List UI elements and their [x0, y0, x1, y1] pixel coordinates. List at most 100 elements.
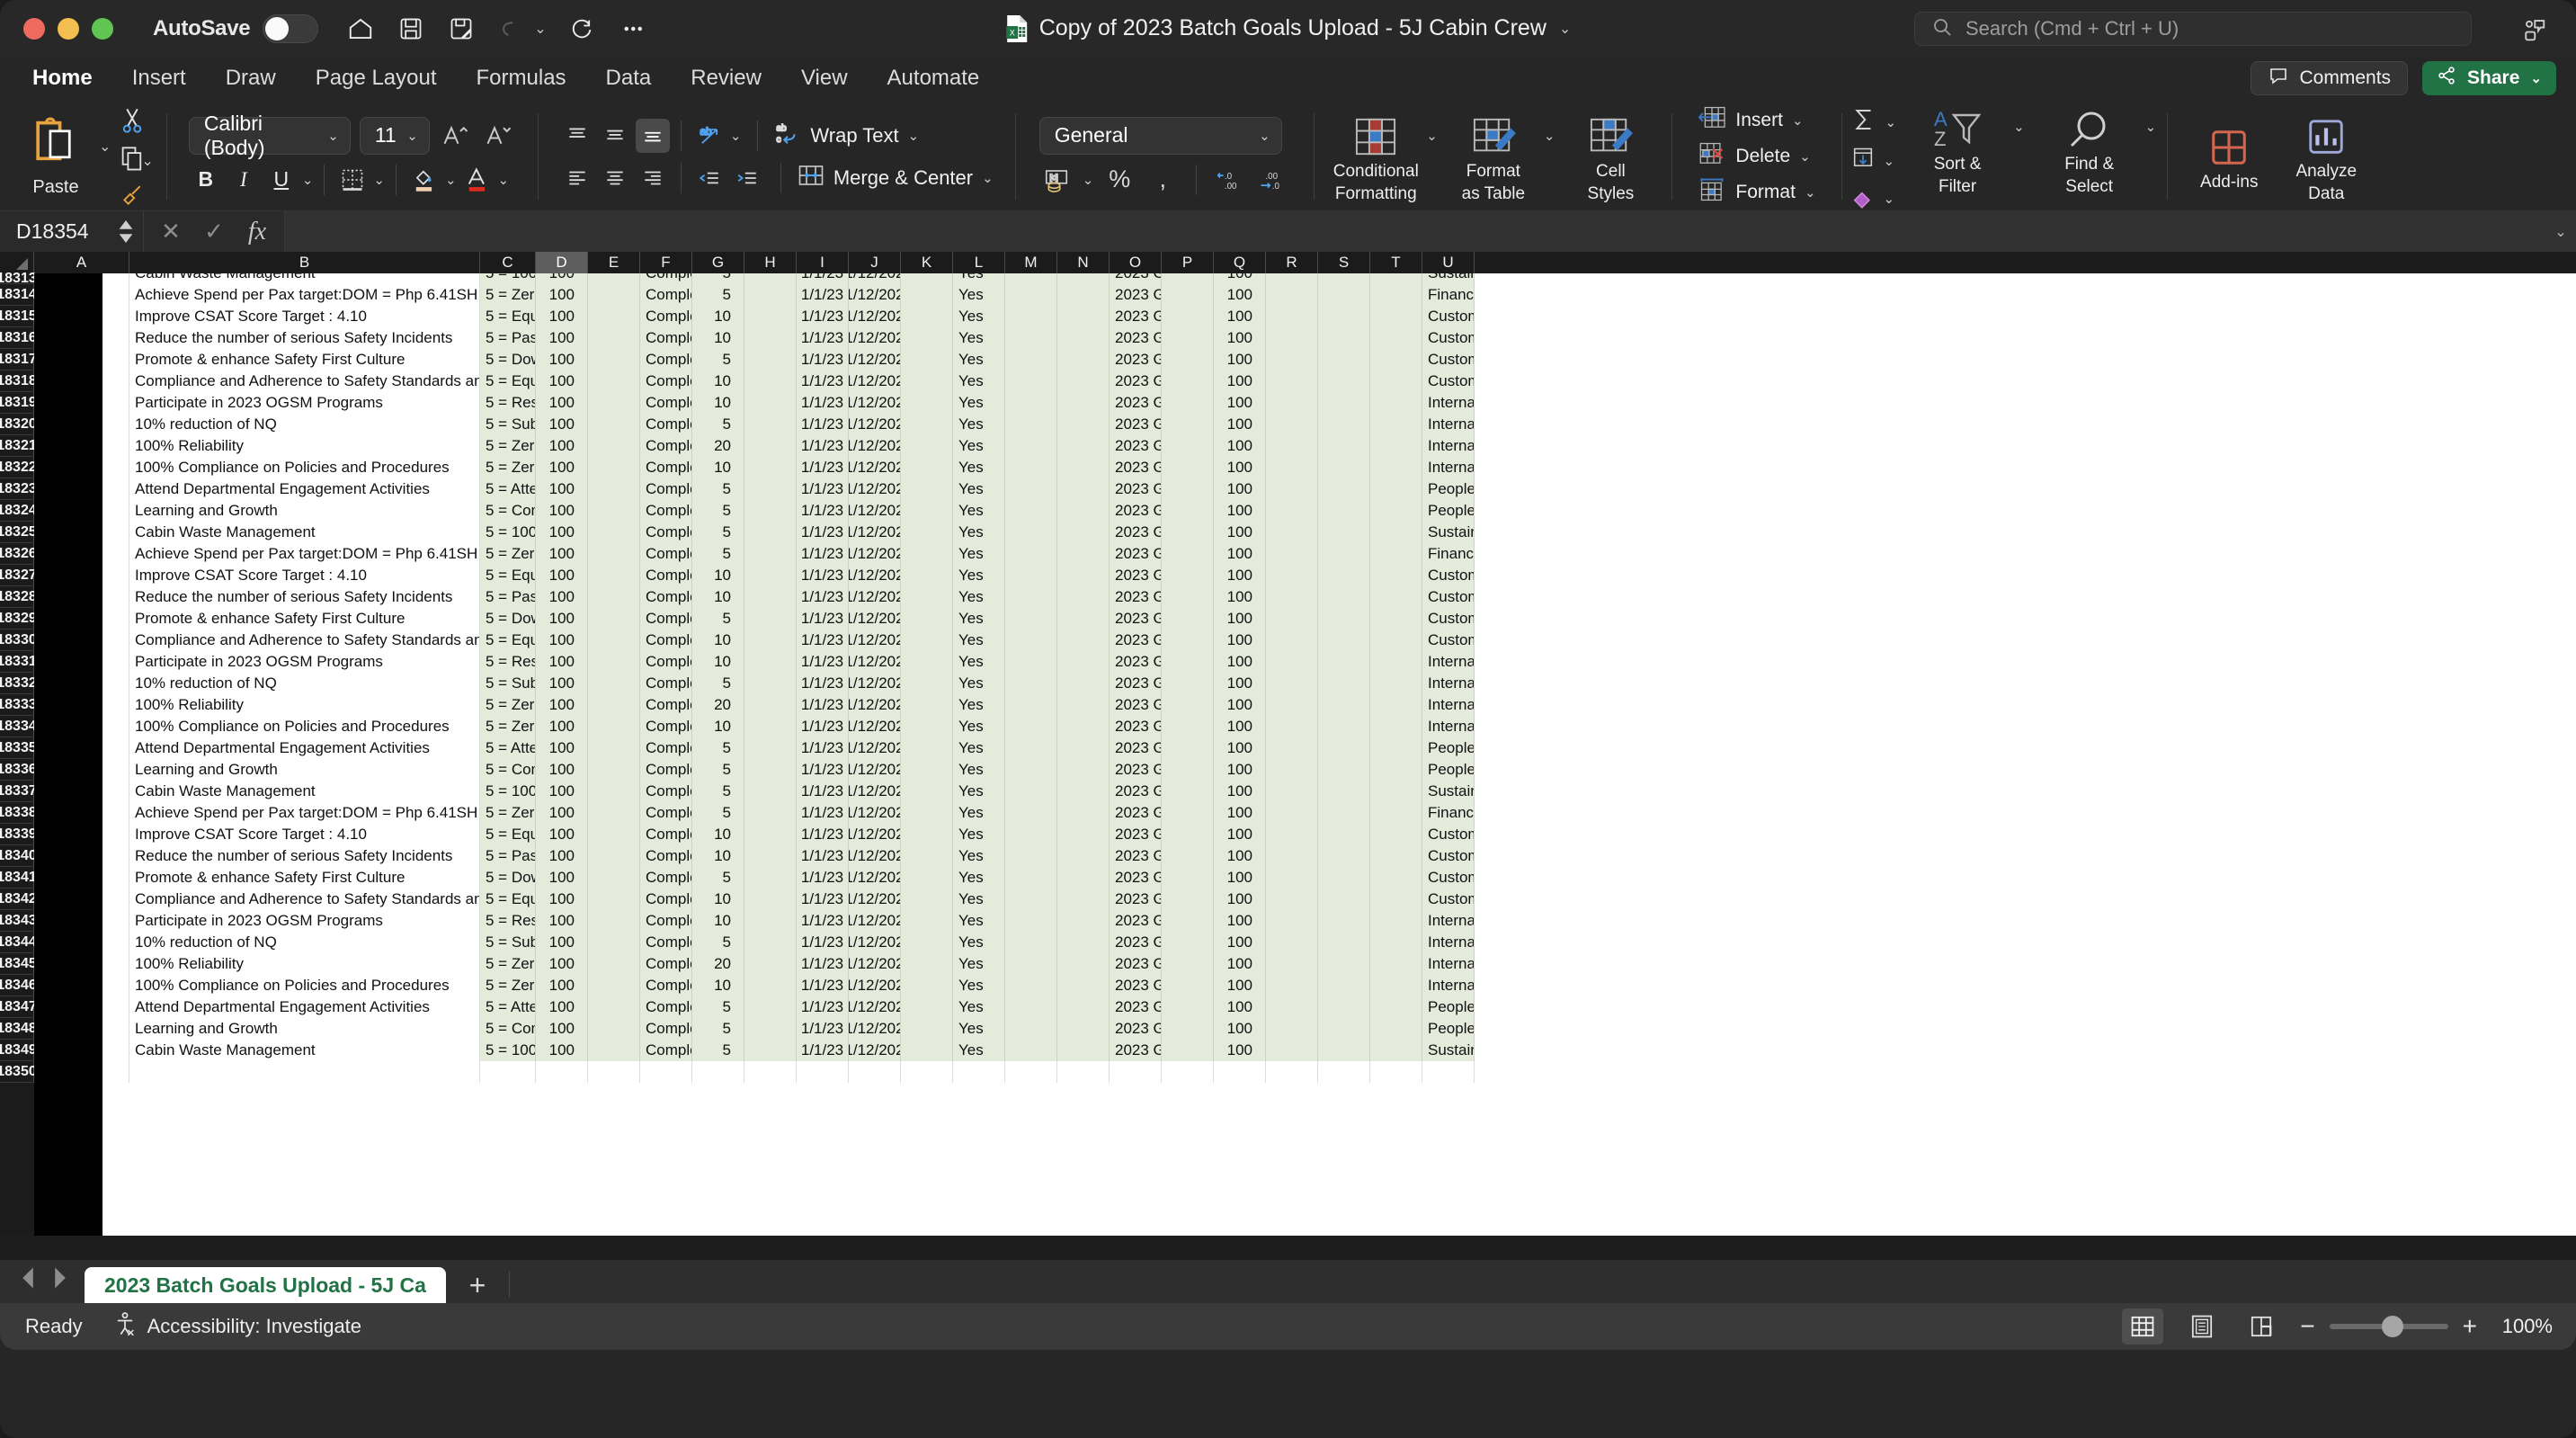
cell-S18329[interactable]	[1318, 608, 1370, 630]
cell-U18325[interactable]: Sustainal	[1422, 522, 1475, 543]
cell-P18324[interactable]	[1162, 500, 1214, 522]
cell-L18346[interactable]: Yes	[953, 975, 1005, 996]
orientation-dropdown-caret[interactable]: ⌄	[730, 128, 742, 144]
fill-dropdown-caret[interactable]: ⌄	[1884, 153, 1895, 169]
row-header-18323[interactable]: 18323	[0, 478, 34, 500]
cell-T18337[interactable]	[1370, 781, 1422, 802]
cell-Q18323[interactable]: 100	[1214, 478, 1266, 500]
table-row[interactable]: Cabin Waste Management5 = 100% se100Comp…	[34, 273, 2576, 284]
cell-O18319[interactable]: 2023 Goal Plan CEB	[1110, 392, 1162, 414]
cell-U18338[interactable]: Financial	[1422, 802, 1475, 824]
cell-L18318[interactable]: Yes	[953, 371, 1005, 392]
cell-R18322[interactable]	[1266, 457, 1318, 478]
cell-B18334[interactable]: 100% Compliance on Policies and Procedur…	[129, 716, 480, 737]
cell-O18332[interactable]: 2023 Goal Plan CEB	[1110, 673, 1162, 694]
cell-H18316[interactable]	[744, 327, 797, 349]
cell-H18332[interactable]	[744, 673, 797, 694]
cell-J18338[interactable]: 31/12/2023	[849, 802, 901, 824]
comma-style-button[interactable]: ,	[1145, 163, 1180, 197]
cell-M18344[interactable]	[1005, 932, 1057, 953]
row-header-18330[interactable]: 18330	[0, 630, 34, 651]
cell-O18350[interactable]	[1110, 1061, 1162, 1083]
cell-H18341[interactable]	[744, 867, 797, 889]
cell-M18321[interactable]	[1005, 435, 1057, 457]
cell-K18341[interactable]	[901, 867, 953, 889]
row-header-18348[interactable]: 18348	[0, 1018, 34, 1040]
cell-G18348[interactable]: 5	[692, 1018, 744, 1040]
cell-C18334[interactable]: 5 = Zero issu	[480, 716, 536, 737]
cell-D18330[interactable]: 100	[536, 630, 588, 651]
cell-I18346[interactable]: 1/1/23	[797, 975, 849, 996]
previous-sheet-icon[interactable]	[18, 1266, 38, 1294]
cell-H18346[interactable]	[744, 975, 797, 996]
cell-G18318[interactable]: 10	[692, 371, 744, 392]
cell-H18338[interactable]	[744, 802, 797, 824]
column-header-Q[interactable]: Q	[1214, 252, 1266, 273]
cell-R18348[interactable]	[1266, 1018, 1318, 1040]
decrease-decimal-icon[interactable]: .00.0	[1256, 163, 1290, 197]
cell-T18346[interactable]	[1370, 975, 1422, 996]
cell-N18329[interactable]	[1057, 608, 1110, 630]
cell-M18340[interactable]	[1005, 845, 1057, 867]
cell-E18349[interactable]	[588, 1040, 640, 1061]
table-row[interactable]: 849Reduce the number of serious Safety I…	[34, 586, 2576, 608]
cell-R18336[interactable]	[1266, 759, 1318, 781]
column-header-F[interactable]: F	[640, 252, 692, 273]
cell-T18332[interactable]	[1370, 673, 1422, 694]
cell-H18347[interactable]	[744, 996, 797, 1018]
cell-J18326[interactable]: 31/12/2023	[849, 543, 901, 565]
cell-N18320[interactable]	[1057, 414, 1110, 435]
cell-G18342[interactable]: 10	[692, 889, 744, 910]
cell-R18320[interactable]	[1266, 414, 1318, 435]
fill-color-icon[interactable]	[407, 163, 441, 197]
cell-H18343[interactable]	[744, 910, 797, 932]
cell-M18341[interactable]	[1005, 867, 1057, 889]
cell-B18321[interactable]: 100% Reliability	[129, 435, 480, 457]
cell-K18315[interactable]	[901, 306, 953, 327]
cell-H18340[interactable]	[744, 845, 797, 867]
cell-K18314[interactable]	[901, 284, 953, 306]
cell-L18349[interactable]: Yes	[953, 1040, 1005, 1061]
cell-U18326[interactable]: Financial	[1422, 543, 1475, 565]
cell-E18346[interactable]	[588, 975, 640, 996]
cell-T18350[interactable]	[1370, 1061, 1422, 1083]
document-title-area[interactable]: X Copy of 2023 Batch Goals Upload - 5J C…	[1005, 14, 1572, 43]
cell-G18328[interactable]: 10	[692, 586, 744, 608]
cell-J18320[interactable]: 31/12/2023	[849, 414, 901, 435]
cell-S18319[interactable]	[1318, 392, 1370, 414]
format-as-table-dropdown-caret[interactable]: ⌄	[1544, 128, 1555, 144]
cell-Q18345[interactable]: 100	[1214, 953, 1266, 975]
tab-draw[interactable]: Draw	[206, 62, 296, 94]
table-row[interactable]: 849Compliance and Adherence to Safety St…	[34, 630, 2576, 651]
cell-N18321[interactable]	[1057, 435, 1110, 457]
accounting-dropdown-caret[interactable]: ⌄	[1083, 172, 1094, 188]
cell-N18348[interactable]	[1057, 1018, 1110, 1040]
conditional-formatting-button[interactable]: Conditional Formatting	[1327, 110, 1424, 204]
row-header-18349[interactable]: 18349	[0, 1040, 34, 1061]
cell-L18321[interactable]: Yes	[953, 435, 1005, 457]
cell-C18347[interactable]: 5 = Attende	[480, 996, 536, 1018]
cell-T18329[interactable]	[1370, 608, 1422, 630]
cell-O18336[interactable]: 2023 Goal Plan CEB	[1110, 759, 1162, 781]
cell-K18326[interactable]	[901, 543, 953, 565]
cell-O18339[interactable]: 2023 Goal Plan CEB	[1110, 824, 1162, 845]
cell-P18341[interactable]	[1162, 867, 1214, 889]
cell-R18347[interactable]	[1266, 996, 1318, 1018]
cell-L18341[interactable]: Yes	[953, 867, 1005, 889]
add-sheet-button[interactable]: +	[446, 1267, 509, 1303]
cell-U18323[interactable]: People C	[1422, 478, 1475, 500]
cell-P18315[interactable]	[1162, 306, 1214, 327]
cell-M18317[interactable]	[1005, 349, 1057, 371]
cell-R18341[interactable]	[1266, 867, 1318, 889]
minimize-window-button[interactable]	[58, 18, 79, 40]
cell-P18327[interactable]	[1162, 565, 1214, 586]
cell-J18337[interactable]: 31/12/2023	[849, 781, 901, 802]
cell-R18335[interactable]	[1266, 737, 1318, 759]
cell-Q18329[interactable]: 100	[1214, 608, 1266, 630]
cell-I18343[interactable]: 1/1/23	[797, 910, 849, 932]
cell-G18329[interactable]: 5	[692, 608, 744, 630]
cell-J18346[interactable]: 31/12/2023	[849, 975, 901, 996]
cell-E18330[interactable]	[588, 630, 640, 651]
cell-Q18349[interactable]: 100	[1214, 1040, 1266, 1061]
cell-G18341[interactable]: 5	[692, 867, 744, 889]
